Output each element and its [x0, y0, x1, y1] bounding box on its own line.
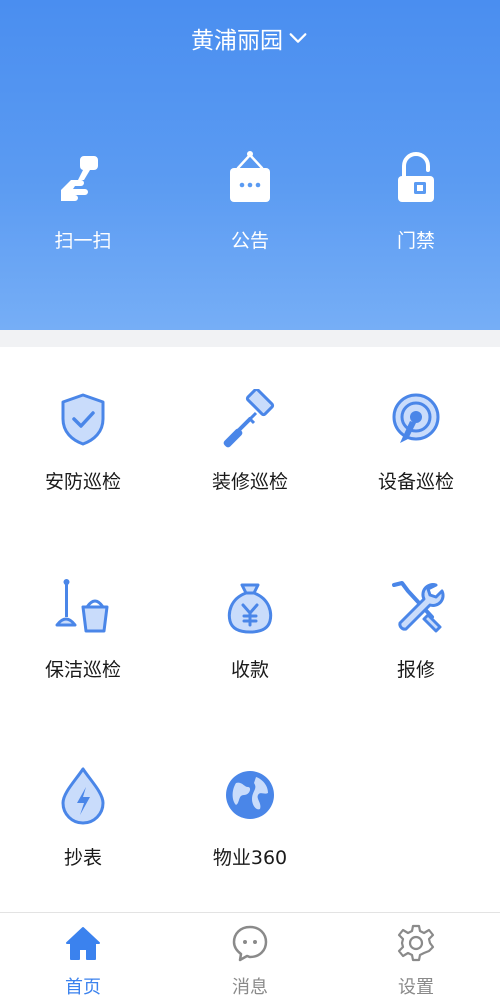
money-bag-icon	[227, 583, 273, 634]
quick-action-label: 门禁	[396, 230, 435, 252]
chat-bubble-icon	[232, 925, 268, 962]
service-label: 设备巡检	[377, 471, 454, 493]
quick-action-notice[interactable]: 公告	[190, 148, 310, 253]
announcement-board-icon	[230, 151, 270, 202]
quick-action-label: 公告	[230, 230, 269, 252]
services-grid: 安防巡检 装修巡检 设备巡检 保洁巡检 收款 报修 抄表 物业360	[0, 347, 500, 912]
tab-label: 首页	[65, 977, 101, 998]
energy-drop-icon	[61, 767, 105, 825]
service-payment[interactable]: 收款	[167, 577, 333, 682]
community-name: 黄浦丽园	[191, 28, 283, 54]
tab-home[interactable]: 首页	[0, 923, 166, 999]
service-renovation-patrol[interactable]: 装修巡检	[167, 387, 333, 494]
bottom-tab-bar: 首页 消息 设置	[0, 912, 500, 1000]
quick-action-door[interactable]: 门禁	[356, 148, 476, 253]
globe-icon	[226, 771, 274, 819]
service-label: 保洁巡检	[44, 659, 121, 681]
signal-device-icon	[392, 393, 440, 443]
paint-roller-icon	[223, 387, 275, 448]
service-label: 报修	[396, 659, 435, 681]
header: 黄浦丽园 扫一扫 公告 门禁	[0, 0, 500, 330]
scan-hand-icon	[61, 156, 98, 201]
tab-label: 消息	[232, 977, 268, 998]
service-equipment-patrol[interactable]: 设备巡检	[333, 389, 499, 494]
wrench-screwdriver-icon	[392, 581, 445, 633]
service-meter-reading[interactable]: 抄表	[0, 765, 166, 870]
tab-messages[interactable]: 消息	[167, 923, 333, 999]
community-selector[interactable]: 黄浦丽园	[0, 18, 500, 58]
service-label: 安防巡检	[44, 471, 121, 493]
service-security-patrol[interactable]: 安防巡检	[0, 389, 166, 494]
gear-icon	[397, 924, 435, 962]
access-lock-icon	[398, 152, 434, 202]
shield-check-icon	[61, 393, 105, 446]
home-icon	[66, 927, 100, 960]
service-label: 收款	[230, 659, 269, 681]
chevron-down-icon	[289, 33, 307, 43]
service-cleaning-patrol[interactable]: 保洁巡检	[0, 577, 166, 682]
service-repair[interactable]: 报修	[333, 577, 499, 682]
service-label: 物业360	[212, 847, 288, 869]
tab-label: 设置	[398, 977, 434, 998]
tab-settings[interactable]: 设置	[333, 923, 499, 999]
mop-bucket-icon	[55, 579, 109, 633]
section-divider	[0, 330, 500, 347]
service-property-360[interactable]: 物业360	[167, 765, 333, 870]
service-label: 抄表	[63, 847, 102, 869]
service-label: 装修巡检	[211, 471, 288, 493]
quick-action-label: 扫一扫	[54, 230, 112, 252]
quick-action-scan[interactable]: 扫一扫	[23, 148, 143, 253]
